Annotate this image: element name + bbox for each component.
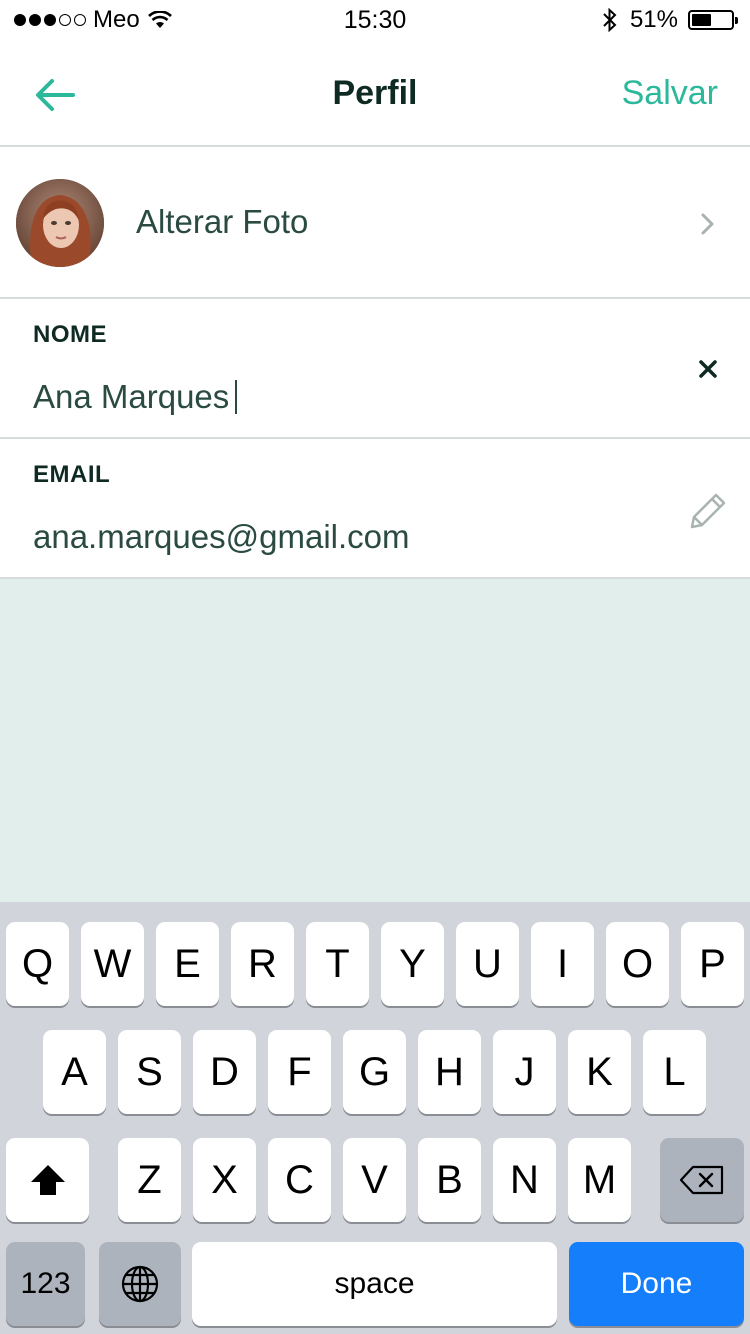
shift-key[interactable] [6, 1138, 89, 1222]
key-label: G [358, 1049, 391, 1094]
change-photo-label: Alterar Foto [136, 203, 309, 240]
key-q[interactable]: Q [6, 922, 69, 1006]
key-label: T [325, 941, 350, 986]
key-d[interactable]: D [193, 1030, 256, 1114]
key-label: W [93, 941, 132, 986]
edit-email-button[interactable] [686, 489, 730, 533]
key-z[interactable]: Z [118, 1138, 181, 1222]
key-i[interactable]: I [531, 922, 594, 1006]
key-s[interactable]: S [118, 1030, 181, 1114]
empty-content-area [0, 579, 750, 902]
key-k[interactable]: K [568, 1030, 631, 1114]
key-r[interactable]: R [231, 922, 294, 1006]
key-label: K [586, 1049, 613, 1094]
numbers-key[interactable]: 123 [6, 1242, 85, 1326]
change-photo-row[interactable]: Alterar Foto [0, 149, 750, 299]
backspace-key[interactable] [660, 1138, 744, 1222]
avatar [16, 179, 104, 267]
key-m[interactable]: M [568, 1138, 631, 1222]
name-input[interactable]: Ana Marques [33, 378, 238, 416]
key-label: N [510, 1157, 539, 1202]
key-g[interactable]: G [343, 1030, 406, 1114]
key-label: X [211, 1157, 238, 1202]
key-b[interactable]: B [418, 1138, 481, 1222]
key-label: S [136, 1049, 163, 1094]
key-e[interactable]: E [156, 922, 219, 1006]
key-label: I [556, 941, 569, 986]
battery-percent: 51% [629, 6, 678, 33]
key-label: E [174, 941, 201, 986]
key-y[interactable]: Y [381, 922, 444, 1006]
status-right: 51% [602, 6, 738, 34]
key-label: V [361, 1157, 388, 1202]
key-label: C [285, 1157, 314, 1202]
space-key-label: space [334, 1267, 415, 1300]
bluetooth-icon [603, 8, 617, 32]
done-key[interactable]: Done [569, 1242, 744, 1326]
name-input-value: Ana Marques [33, 378, 230, 415]
key-label: D [210, 1049, 239, 1094]
key-l[interactable]: L [643, 1030, 706, 1114]
key-label: Z [137, 1157, 162, 1202]
key-label: R [248, 941, 277, 986]
close-icon [699, 360, 717, 378]
key-label: Y [399, 941, 426, 986]
key-label: H [435, 1049, 464, 1094]
status-bar: Meo 15:30 51% [0, 0, 750, 40]
key-label: L [663, 1049, 686, 1094]
key-u[interactable]: U [456, 922, 519, 1006]
key-label: O [621, 941, 654, 986]
done-key-label: Done [620, 1267, 693, 1300]
shift-icon [30, 1165, 65, 1195]
name-field[interactable]: NOME Ana Marques [0, 299, 750, 439]
globe-key[interactable] [99, 1242, 181, 1326]
email-input[interactable]: ana.marques@gmail.com [33, 518, 410, 556]
keyboard: 123 space Done QWE R T Y U I OP A S D F GH J K L Z X C V B N… [0, 902, 750, 1334]
clear-button[interactable] [686, 347, 730, 391]
key-v[interactable]: V [343, 1138, 406, 1222]
key-o[interactable]: O [606, 922, 669, 1006]
save-button[interactable]: Salvar [622, 74, 718, 113]
key-a[interactable]: A [43, 1030, 106, 1114]
key-n[interactable]: N [493, 1138, 556, 1222]
key-label: B [436, 1157, 463, 1202]
key-label: Q [21, 941, 54, 986]
key-t[interactable]: T [306, 922, 369, 1006]
key-c[interactable]: C [268, 1138, 331, 1222]
key-label: M [582, 1157, 617, 1202]
numbers-key-label: 123 [20, 1267, 71, 1300]
globe-icon [121, 1265, 159, 1303]
key-j[interactable]: J [493, 1030, 556, 1114]
pencil-icon [690, 493, 726, 529]
battery-level [692, 14, 712, 26]
key-label: P [699, 941, 726, 986]
key-x[interactable]: X [193, 1138, 256, 1222]
battery-icon [688, 10, 738, 30]
navigation-bar: Perfil Salvar [0, 40, 750, 147]
space-key[interactable]: space [192, 1242, 557, 1326]
email-input-value: ana.marques@gmail.com [33, 518, 410, 555]
key-label: F [287, 1049, 312, 1094]
backspace-icon [679, 1165, 724, 1195]
key-p[interactable]: P [681, 922, 744, 1006]
email-field-label: EMAIL [33, 461, 111, 488]
key-label: A [61, 1049, 88, 1094]
key-f[interactable]: F [268, 1030, 331, 1114]
name-field-label: NOME [33, 321, 107, 348]
chevron-right-icon [701, 213, 714, 235]
key-h[interactable]: H [418, 1030, 481, 1114]
email-field[interactable]: EMAIL ana.marques@gmail.com [0, 439, 750, 579]
key-label: U [473, 941, 502, 986]
key-label: J [514, 1049, 535, 1094]
key-w[interactable]: W [81, 922, 144, 1006]
text-cursor [235, 380, 238, 414]
